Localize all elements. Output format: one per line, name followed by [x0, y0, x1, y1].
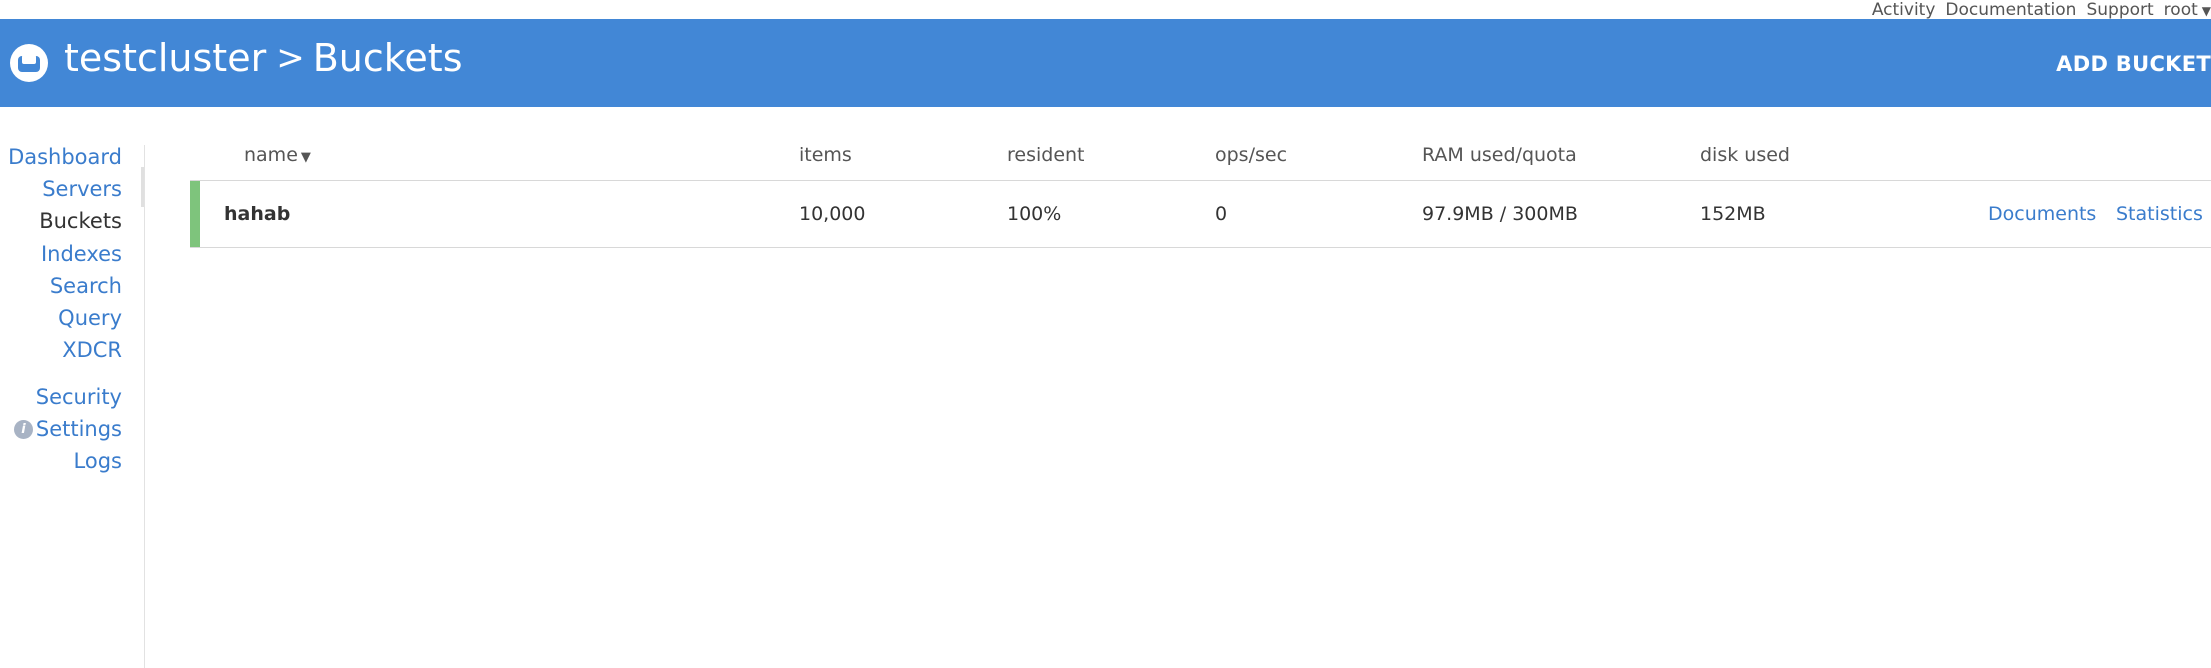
- header-bar: testcluster > Buckets ADD BUCKET: [0, 19, 2211, 107]
- top-utility-bar: Activity Documentation Support root ▼: [0, 0, 2211, 20]
- sidebar-item-logs[interactable]: Logs: [74, 449, 122, 473]
- sidebar-item-indexes[interactable]: Indexes: [41, 242, 122, 266]
- documentation-link[interactable]: Documentation: [1945, 0, 2076, 20]
- bucket-ram: 97.9MB / 300MB: [1422, 203, 1578, 225]
- column-header-items[interactable]: items: [799, 144, 852, 166]
- sidebar-item-servers[interactable]: Servers: [42, 177, 122, 201]
- support-link[interactable]: Support: [2086, 0, 2153, 20]
- add-bucket-button[interactable]: ADD BUCKET: [2056, 52, 2211, 76]
- breadcrumb-separator: >: [276, 38, 305, 78]
- sidebar-item-xdcr[interactable]: XDCR: [62, 338, 122, 362]
- chevron-down-icon: ▼: [2201, 3, 2211, 18]
- table-header: name ▼ items resident ops/sec RAM used/qu…: [190, 140, 2211, 180]
- user-menu[interactable]: root ▼: [2164, 0, 2211, 20]
- column-header-ops[interactable]: ops/sec: [1215, 144, 1287, 166]
- bucket-items: 10,000: [799, 203, 866, 225]
- sidebar-item-query[interactable]: Query: [58, 306, 122, 330]
- cluster-name: testcluster: [64, 36, 267, 80]
- bucket-ops: 0: [1215, 203, 1228, 225]
- sidebar-item-settings[interactable]: Settings: [36, 417, 122, 441]
- sidebar-nav: Dashboard Servers Buckets Indexes Search…: [0, 145, 145, 668]
- sidebar-item-dashboard[interactable]: Dashboard: [8, 145, 122, 169]
- table-row[interactable]: hahab 10,000 100% 0 97.9MB / 300MB 152MB…: [190, 180, 2211, 248]
- documents-link[interactable]: Documents: [1988, 203, 2096, 225]
- page-name: Buckets: [312, 36, 463, 80]
- top-links: Activity Documentation Support root ▼: [1872, 0, 2211, 20]
- sidebar-item-security[interactable]: Security: [36, 385, 122, 409]
- bucket-resident: 100%: [1007, 203, 1062, 225]
- couchbase-logo-icon[interactable]: [10, 44, 48, 82]
- bucket-status-indicator: [190, 181, 200, 247]
- column-header-disk[interactable]: disk used: [1700, 144, 1790, 166]
- sidebar-item-buckets[interactable]: Buckets: [39, 209, 122, 233]
- column-header-name[interactable]: name ▼: [244, 144, 311, 166]
- sidebar-item-search[interactable]: Search: [50, 274, 122, 298]
- page-title: testcluster > Buckets: [64, 36, 463, 80]
- bucket-disk: 152MB: [1700, 203, 1766, 225]
- active-nav-marker: [141, 167, 144, 207]
- sort-caret-icon: ▼: [300, 150, 311, 165]
- column-header-ram[interactable]: RAM used/quota: [1422, 144, 1577, 166]
- column-header-resident[interactable]: resident: [1007, 144, 1085, 166]
- user-name: root: [2163, 0, 2198, 20]
- activity-link[interactable]: Activity: [1872, 0, 1936, 20]
- statistics-link[interactable]: Statistics: [2116, 203, 2203, 225]
- info-icon[interactable]: i: [14, 420, 33, 439]
- bucket-name[interactable]: hahab: [224, 203, 290, 225]
